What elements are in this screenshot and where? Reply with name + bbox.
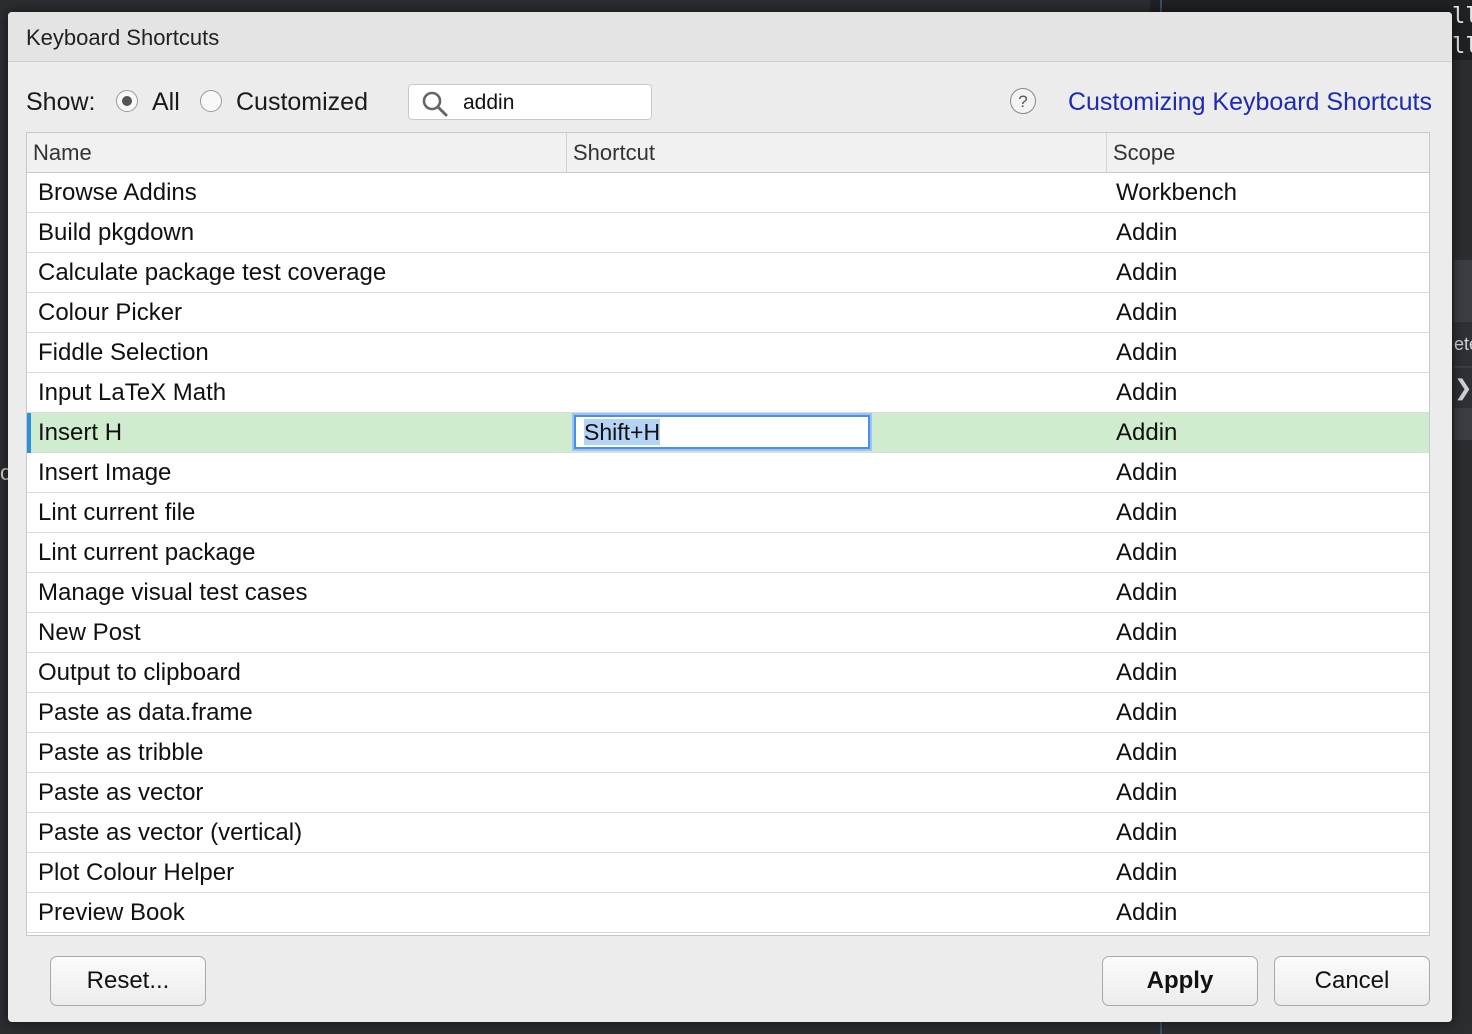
background-code-line: ll xyxy=(1452,34,1472,59)
table-row[interactable]: Paste as data.frame Addin xyxy=(27,693,1429,733)
cell-scope: Addin xyxy=(1116,579,1178,606)
cell-name: Colour Picker xyxy=(38,299,183,326)
cell-name: Lint current package xyxy=(38,539,256,566)
cell-name: New Post xyxy=(38,619,141,646)
column-header-name[interactable]: Name xyxy=(27,133,567,173)
cell-scope: Addin xyxy=(1116,259,1178,286)
dialog-title: Keyboard Shortcuts xyxy=(8,12,1452,62)
cell-scope: Addin xyxy=(1116,819,1178,846)
search-icon xyxy=(422,91,448,117)
cell-name: Paste as data.frame xyxy=(38,699,253,726)
cell-name: Input LaTeX Math xyxy=(38,379,227,406)
cell-name: Paste as tribble xyxy=(38,739,204,766)
table-row[interactable]: Preview Book Addin xyxy=(27,893,1429,933)
shortcut-value: Shift+H xyxy=(584,419,661,445)
shortcuts-table: Name Shortcut Scope Browse Addins Workben… xyxy=(26,132,1430,936)
table-row[interactable]: Input LaTeX Math Addin xyxy=(27,373,1429,413)
filter-row: Show: All Customized ? Customizing Keybo… xyxy=(26,84,1432,124)
table-row[interactable]: Plot Colour Helper Addin xyxy=(27,853,1429,893)
cell-name: Output to clipboard xyxy=(38,659,241,686)
table-row[interactable]: Fiddle Selection Addin xyxy=(27,333,1429,373)
reset-button[interactable]: Reset... xyxy=(50,956,206,1006)
search-input[interactable] xyxy=(463,89,643,117)
cell-scope: Addin xyxy=(1116,219,1178,246)
table-row[interactable]: Browse Addins Workbench xyxy=(27,173,1429,213)
background-chevron-icon: ❯ xyxy=(1454,368,1472,408)
table-row[interactable]: Paste as vector (vertical) Addin xyxy=(27,813,1429,853)
table-row[interactable]: Manage visual test cases Addin xyxy=(27,573,1429,613)
cell-scope: Addin xyxy=(1116,339,1178,366)
cell-scope: Addin xyxy=(1116,619,1178,646)
table-body: Browse Addins Workbench Build pkgdown Addin… xyxy=(27,173,1429,933)
help-icon[interactable]: ? xyxy=(1010,88,1036,114)
cell-name: Browse Addins xyxy=(38,179,197,206)
apply-button[interactable]: Apply xyxy=(1102,956,1258,1006)
cell-name: Preview Book xyxy=(38,899,185,926)
cell-scope: Workbench xyxy=(1116,179,1237,206)
table-row[interactable]: Colour Picker Addin xyxy=(27,293,1429,333)
radio-customized[interactable] xyxy=(200,90,222,112)
radio-all-label[interactable]: All xyxy=(152,88,180,117)
radio-customized-label[interactable]: Customized xyxy=(236,88,368,117)
cell-scope: Addin xyxy=(1116,499,1178,526)
customizing-shortcuts-link[interactable]: Customizing Keyboard Shortcuts xyxy=(1068,88,1432,117)
cell-scope: Addin xyxy=(1116,539,1178,566)
background-code-fragment: ll ll xyxy=(1452,2,1472,62)
background-pane-text: ete xyxy=(1454,322,1472,366)
cell-scope: Addin xyxy=(1116,779,1178,806)
cell-scope: Addin xyxy=(1116,739,1178,766)
cell-scope: Addin xyxy=(1116,379,1178,406)
cell-name: Plot Colour Helper xyxy=(38,859,235,886)
table-row[interactable]: Insert H Shift+H Addin xyxy=(27,413,1429,453)
column-header-scope[interactable]: Scope xyxy=(1107,133,1429,173)
cell-name: Paste as vector (vertical) xyxy=(38,819,303,846)
table-row[interactable]: Insert Image Addin xyxy=(27,453,1429,493)
cancel-button[interactable]: Cancel xyxy=(1274,956,1430,1006)
cell-scope: Addin xyxy=(1116,899,1178,926)
cell-scope: Addin xyxy=(1116,859,1178,886)
cell-name: Fiddle Selection xyxy=(38,339,209,366)
keyboard-shortcuts-dialog: Keyboard Shortcuts Show: All Customized … xyxy=(8,12,1452,1022)
cell-name: Build pkgdown xyxy=(38,219,195,246)
table-row[interactable]: Lint current file Addin xyxy=(27,493,1429,533)
search-box[interactable] xyxy=(408,84,652,120)
table-row[interactable]: Lint current package Addin xyxy=(27,533,1429,573)
table-row[interactable]: Paste as vector Addin xyxy=(27,773,1429,813)
cell-name: Paste as vector xyxy=(38,779,204,806)
table-row[interactable]: Paste as tribble Addin xyxy=(27,733,1429,773)
cell-name: Insert Image xyxy=(38,459,172,486)
cell-scope: Addin xyxy=(1116,659,1178,686)
cell-scope: Addin xyxy=(1116,699,1178,726)
table-row[interactable]: Build pkgdown Addin xyxy=(27,213,1429,253)
table-header: Name Shortcut Scope xyxy=(27,133,1429,173)
cell-scope: Addin xyxy=(1116,419,1178,446)
table-row[interactable]: New Post Addin xyxy=(27,613,1429,653)
table-row[interactable]: Output to clipboard Addin xyxy=(27,653,1429,693)
radio-all[interactable] xyxy=(116,90,138,112)
cell-name: Calculate package test coverage xyxy=(38,259,387,286)
table-row[interactable]: Calculate package test coverage Addin xyxy=(27,253,1429,293)
shortcut-input[interactable]: Shift+H xyxy=(574,415,870,449)
show-label: Show: xyxy=(26,88,96,116)
cell-scope: Addin xyxy=(1116,459,1178,486)
cell-name: Lint current file xyxy=(38,499,196,526)
column-header-shortcut[interactable]: Shortcut xyxy=(567,133,1107,173)
background-code-line: ll xyxy=(1452,4,1472,29)
cell-scope: Addin xyxy=(1116,299,1178,326)
cell-name: Insert H xyxy=(38,419,123,446)
cell-name: Manage visual test cases xyxy=(38,579,308,606)
